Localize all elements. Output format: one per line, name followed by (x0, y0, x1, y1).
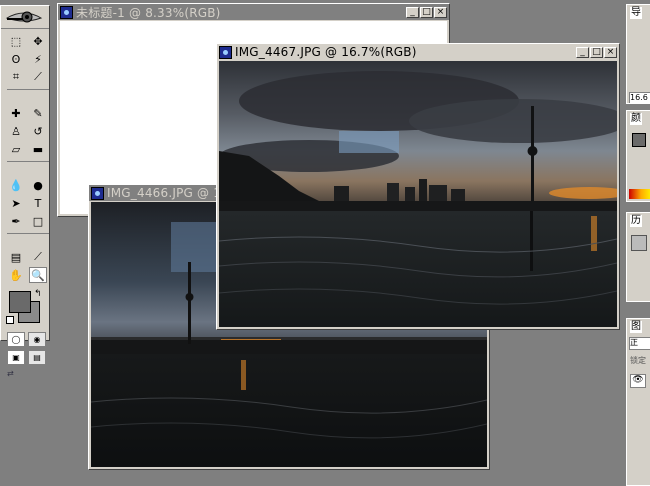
clone-stamp-icon[interactable]: ♙ (7, 123, 25, 139)
standard-screen-icon[interactable]: ▣ (7, 350, 25, 365)
lock-label: 锁定 (630, 356, 646, 365)
document-window-img4467[interactable]: IMG_4467.JPG @ 16.7%(RGB) _ □ × (216, 43, 620, 330)
photo-canvas[interactable] (219, 61, 617, 327)
close-button[interactable]: × (604, 46, 617, 58)
zoom-icon[interactable]: 🔍 (29, 267, 47, 283)
full-screen-menu-icon[interactable]: ▤ (28, 350, 46, 365)
eye-logo-icon[interactable] (5, 10, 43, 24)
tool-grid: ⬚ ✥ ʘ ⚡ ⌗ ⟋ ✚ ✎ ♙ ↺ ▱ ▬ 💧 ● ➤ T ✒ □ ▤ ⟋ ✋ 🔍 (1, 29, 49, 285)
screen-mode-row: ▣ ▤ (1, 350, 49, 365)
hand-icon[interactable]: ✋ (7, 267, 25, 283)
default-colors-icon[interactable] (6, 316, 14, 324)
type-icon[interactable]: T (29, 195, 47, 211)
navigator-tab[interactable]: 导 (630, 7, 642, 19)
photoshop-doc-icon (219, 45, 232, 59)
window-title: 未标题-1 @ 8.33%(RGB) (76, 5, 221, 20)
tool-separator (7, 233, 49, 240)
mask-mode-row: ◯ ◉ (1, 332, 49, 347)
minimize-button[interactable]: _ (406, 6, 419, 18)
history-brush-icon[interactable]: ↺ (29, 123, 47, 139)
slice-icon[interactable]: ⟋ (29, 69, 47, 85)
notes-icon[interactable]: ▤ (7, 249, 25, 265)
zoom-field[interactable]: 16.6 (629, 92, 650, 103)
color-panel[interactable]: 颜 (626, 110, 650, 202)
history-snapshot-icon[interactable] (631, 235, 647, 251)
swap-colors-icon[interactable]: ↰ (34, 289, 42, 299)
maximize-button[interactable]: □ (420, 6, 433, 18)
sunset-photo-4467 (219, 61, 617, 327)
photoshop-doc-icon (91, 186, 104, 200)
history-tab[interactable]: 历 (630, 215, 642, 227)
maximize-button[interactable]: □ (590, 46, 603, 58)
foreground-color-swatch[interactable] (9, 291, 31, 313)
layers-panel[interactable]: 图 正 锁定 👁 (626, 318, 650, 486)
layers-tab[interactable]: 图 (630, 321, 642, 333)
marquee-icon[interactable]: ⬚ (7, 33, 25, 49)
lasso-icon[interactable]: ʘ (7, 51, 25, 67)
history-panel[interactable]: 历 (626, 212, 650, 302)
window-titlebar[interactable]: 未标题-1 @ 8.33%(RGB) _ □ × (58, 4, 449, 20)
blend-mode-select[interactable]: 正 (629, 337, 650, 350)
standard-mode-icon[interactable]: ◯ (7, 332, 25, 347)
window-title: IMG_4467.JPG @ 16.7%(RGB) (235, 45, 417, 59)
toolbox: ⬚ ✥ ʘ ⚡ ⌗ ⟋ ✚ ✎ ♙ ↺ ▱ ▬ 💧 ● ➤ T ✒ □ ▤ ⟋ ✋ 🔍 ↰ ◯ ◉ ▣ ▤ ⇄ (0, 5, 50, 378)
crop-icon[interactable]: ⌗ (7, 69, 25, 85)
healing-brush-icon[interactable]: ✚ (7, 105, 25, 121)
pen-icon[interactable]: ✒ (7, 213, 25, 229)
tool-separator (7, 161, 49, 168)
dodge-icon[interactable]: ● (29, 177, 47, 193)
close-button[interactable]: × (434, 6, 447, 18)
eye-visibility-icon[interactable]: 👁 (630, 374, 646, 388)
color-swatch-icon[interactable] (632, 133, 646, 147)
palette-dock: 导 16.6 颜 历 图 正 锁定 👁 (626, 0, 650, 486)
color-swatches: ↰ (1, 289, 49, 329)
color-ramp[interactable] (629, 189, 650, 199)
color-tab[interactable]: 颜 (630, 113, 642, 125)
eraser-icon[interactable]: ▱ (7, 141, 25, 157)
jump-to-imageready-icon[interactable]: ⇄ (7, 369, 43, 381)
window-titlebar[interactable]: IMG_4467.JPG @ 16.7%(RGB) _ □ × (217, 44, 619, 60)
blur-icon[interactable]: 💧 (7, 177, 25, 193)
minimize-button[interactable]: _ (576, 46, 589, 58)
gradient-icon[interactable]: ▬ (29, 141, 47, 157)
shape-icon[interactable]: □ (29, 213, 47, 229)
toolbox-header[interactable] (1, 6, 49, 29)
eyedropper-icon[interactable]: ⟋ (29, 249, 47, 265)
brush-icon[interactable]: ✎ (29, 105, 47, 121)
move-icon[interactable]: ✥ (29, 33, 47, 49)
path-select-icon[interactable]: ➤ (7, 195, 25, 211)
navigator-panel[interactable]: 导 16.6 (626, 4, 650, 104)
quick-mask-mode-icon[interactable]: ◉ (28, 332, 46, 347)
photoshop-doc-icon (60, 5, 73, 19)
magic-wand-icon[interactable]: ⚡ (29, 51, 47, 67)
tool-separator (7, 89, 49, 96)
